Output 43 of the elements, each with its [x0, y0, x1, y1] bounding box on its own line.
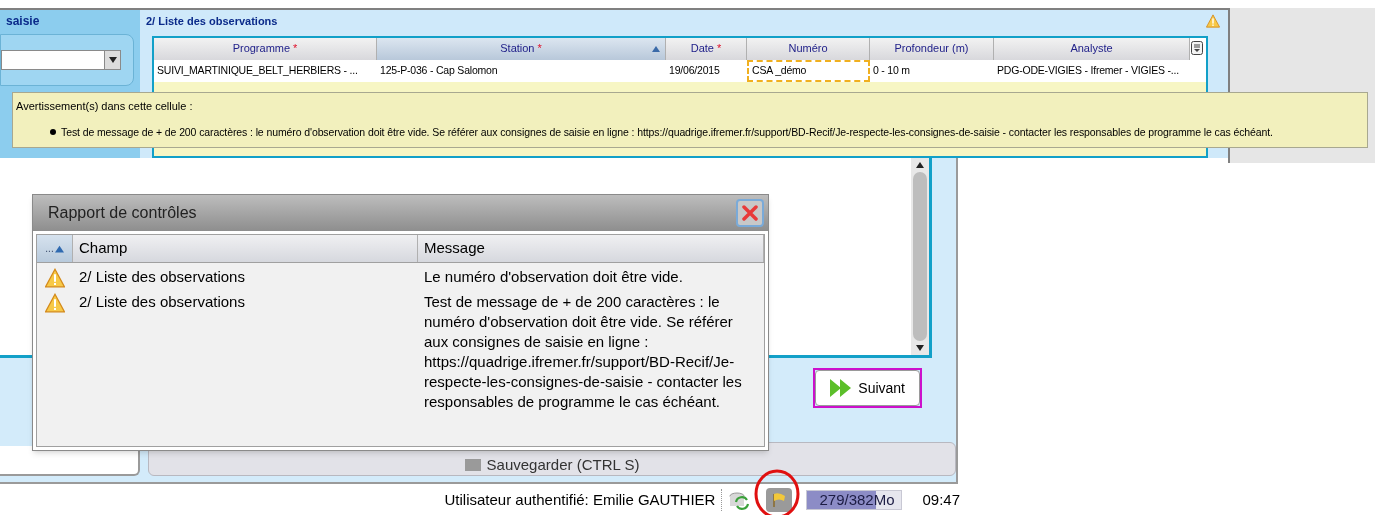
field-cell-text: 2/ Liste des observations: [78, 267, 246, 287]
scroll-up-icon: [916, 162, 924, 168]
scrollbar[interactable]: [911, 158, 929, 355]
column-header[interactable]: ...: [37, 235, 73, 262]
sync-icon[interactable]: [728, 489, 751, 511]
table-cell-text: 0 - 10 m: [872, 62, 911, 78]
column-header[interactable]: Champ: [73, 235, 418, 262]
column-header[interactable]: Message: [418, 235, 764, 262]
dropdown-field[interactable]: [1, 50, 121, 70]
bullet-icon: [50, 129, 56, 136]
table-cell-text: 125-P-036 - Cap Salomon: [379, 62, 499, 78]
panel-title: saisie: [5, 13, 41, 30]
table-cell-text: PDG-ODE-VIGIES - Ifremer - VIGIES -...: [996, 62, 1180, 78]
tooltip-message: Test de message de + de 200 caractères : le numéro d'observation doit être vide. Se référer aux consignes de saisie en ligne : https://quadrige.ifremer.fr/support/BD-Recif/Je-respecte-les-consignes-de-saisie - contacter les responsables de programme le cas échéant.: [61, 124, 1273, 140]
table-cell-text: 19/06/2015: [668, 62, 721, 78]
close-icon: [742, 205, 758, 221]
column-header[interactable]: Date *: [666, 37, 747, 60]
message-cell-text: Test de message de + de 200 caractères : le numéro d'observation doit être vide. Se référer aux consignes de saisie en ligne : https://quadrige.ifremer.fr/support/BD-Recif/Je-respecte-les-consignes-de-saisie - contacter les responsables de programme le cas échéant.: [423, 292, 743, 412]
warning-icon: [45, 293, 65, 313]
scroll-down-icon: [916, 345, 924, 351]
section-title: 2/ Liste des observations: [146, 14, 278, 29]
flag-icon[interactable]: [766, 488, 793, 512]
warning-icon: [1206, 14, 1220, 29]
clock-label: 09:47: [922, 489, 960, 510]
save-icon: [464, 459, 481, 471]
user-label: Utilisateur authentifié: Emilie GAUTHIER: [444, 488, 723, 512]
column-header[interactable]: Analyste: [994, 37, 1190, 60]
close-button[interactable]: [736, 199, 764, 227]
next-button[interactable]: Suivant: [815, 370, 920, 406]
tooltip-title: Avertissement(s) dans cette cellule :: [16, 99, 194, 114]
column-header[interactable]: Profondeur (m): [870, 37, 994, 60]
double-arrow-icon: [830, 379, 853, 397]
dropdown-arrow-icon: [108, 57, 117, 63]
sort-ascending-icon: [652, 45, 660, 52]
dialog-title: Rapport de contrôles: [48, 203, 197, 223]
sort-ascending-icon: [54, 244, 64, 253]
message-cell-text: Le numéro d'observation doit être vide.: [423, 267, 684, 287]
column-header[interactable]: Programme *: [154, 37, 377, 60]
warning-icon: [45, 268, 65, 288]
table-cell-text: SUIVI_MARTINIQUE_BELT_HERBIERS - ...: [156, 62, 359, 78]
column-header[interactable]: Numéro: [747, 37, 870, 60]
column-header[interactable]: Station *: [377, 37, 666, 60]
field-cell-text: 2/ Liste des observations: [78, 292, 246, 312]
